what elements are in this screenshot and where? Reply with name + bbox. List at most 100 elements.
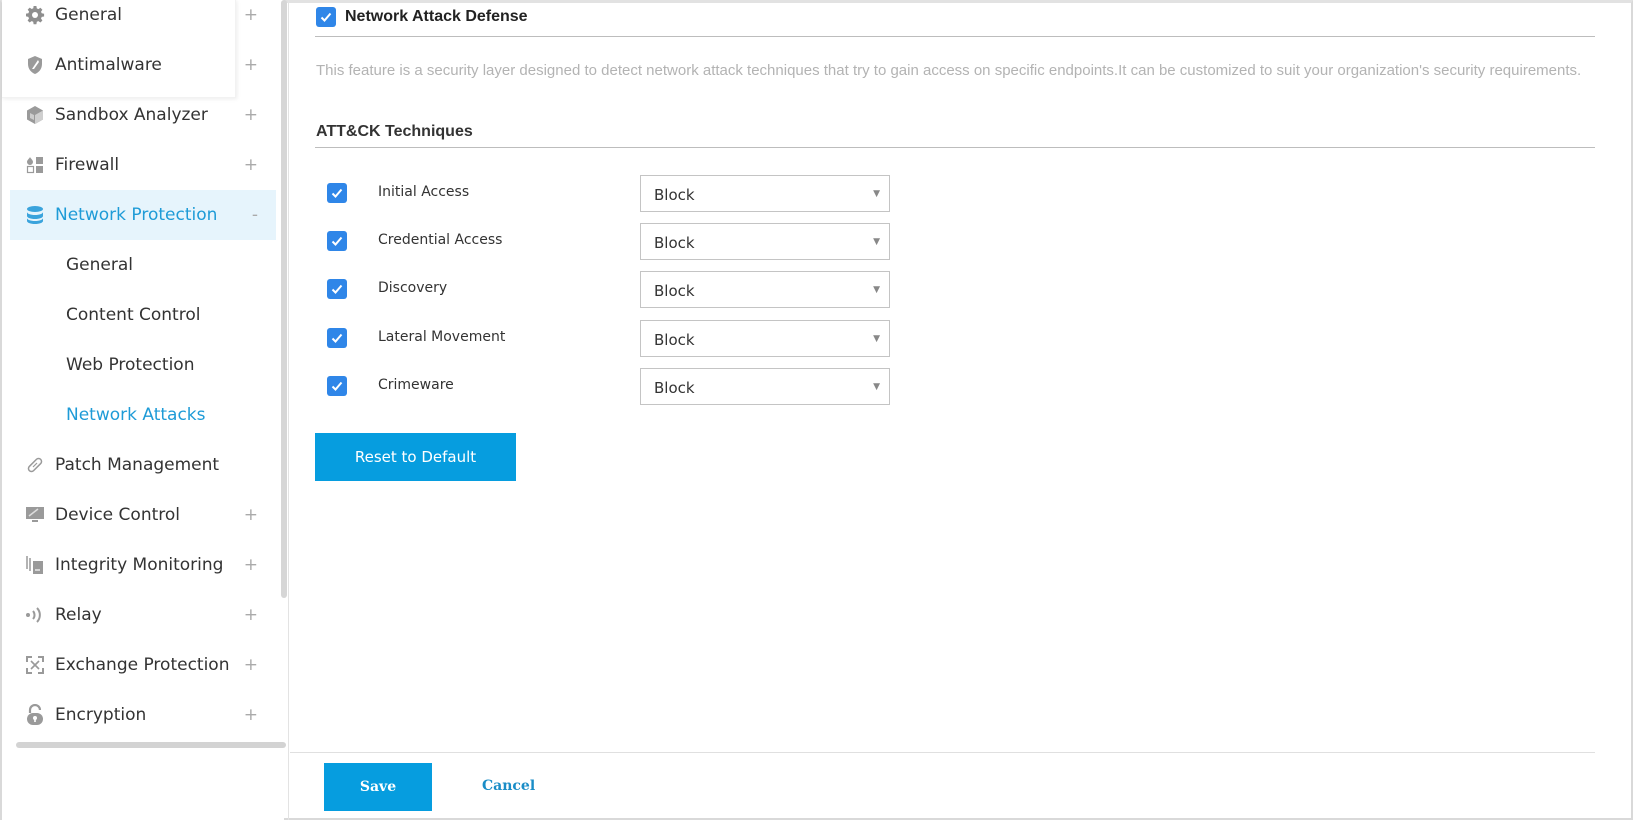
technique-checkbox[interactable]	[327, 279, 347, 299]
technique-label: Discovery	[378, 280, 448, 296]
divider	[315, 36, 1595, 37]
sidebar-item-label: Device Control	[55, 505, 180, 525]
technique-label: Credential Access	[378, 232, 503, 248]
database-icon	[24, 204, 46, 226]
technique-row-credential-access: Credential Access Block ▼	[327, 223, 890, 261]
bandage-icon	[24, 454, 46, 476]
select-value: Block	[654, 379, 695, 397]
select-value: Block	[654, 186, 695, 204]
expand-icon[interactable]: +	[244, 5, 258, 25]
network-attack-defense-checkbox[interactable]	[316, 7, 336, 27]
sidebar-item-label: Encryption	[55, 705, 147, 725]
section-header: Network Attack Defense	[316, 7, 528, 27]
sidebar-item-label: Exchange Protection	[55, 655, 230, 675]
caret-down-icon: ▼	[873, 237, 880, 247]
technique-label: Crimeware	[378, 377, 454, 393]
expand-icon[interactable]: +	[244, 105, 258, 125]
checkmark-icon	[331, 284, 343, 294]
save-button[interactable]: Save	[324, 763, 432, 811]
caret-down-icon: ▼	[873, 189, 880, 199]
technique-label: Initial Access	[378, 184, 470, 200]
technique-action-select[interactable]: Block ▼	[640, 320, 890, 357]
firewall-grid-icon	[24, 154, 46, 176]
caret-down-icon: ▼	[873, 285, 880, 295]
technique-checkbox[interactable]	[327, 231, 347, 251]
sidebar-item-encryption[interactable]: Encryption +	[10, 690, 276, 740]
sidebar-subitem-content-control[interactable]: Content Control	[10, 290, 276, 340]
footer-divider	[290, 752, 1595, 753]
expand-icon[interactable]: +	[244, 55, 258, 75]
expand-icon[interactable]: +	[244, 705, 258, 725]
sidebar-vertical-scrollbar[interactable]	[281, 0, 287, 598]
technique-action-select[interactable]: Block ▼	[640, 271, 890, 308]
sidebar-item-label: Relay	[55, 605, 102, 625]
sidebar-subitem-label: Network Attacks	[66, 405, 206, 425]
sidebar-item-integrity-monitoring[interactable]: Integrity Monitoring +	[10, 540, 276, 590]
expand-icon[interactable]: +	[244, 605, 258, 625]
technique-row-lateral-movement: Lateral Movement Block ▼	[327, 320, 890, 358]
sidebar-item-label: Network Protection	[55, 205, 218, 225]
sidebar-item-firewall[interactable]: Firewall +	[10, 140, 276, 190]
technique-checkbox[interactable]	[327, 183, 347, 203]
shield-icon	[24, 54, 46, 76]
checkmark-icon	[331, 188, 343, 198]
sidebar-subitem-label: General	[66, 255, 133, 275]
technique-row-discovery: Discovery Block ▼	[327, 271, 890, 309]
checkmark-icon	[331, 381, 343, 391]
sidebar-item-label: Integrity Monitoring	[55, 555, 224, 575]
sidebar-subitem-label: Web Protection	[66, 355, 195, 375]
main-panel: Network Attack Defense This feature is a…	[290, 0, 1633, 820]
sidebar-divider	[288, 0, 289, 820]
sidebar-subitem-general[interactable]: General	[10, 240, 276, 290]
expand-icon[interactable]: +	[244, 155, 258, 175]
sidebar-item-network-protection[interactable]: Network Protection -	[10, 190, 276, 240]
technique-label: Lateral Movement	[378, 329, 506, 345]
sidebar-item-device-control[interactable]: Device Control +	[10, 490, 276, 540]
sidebar-horizontal-scrollbar[interactable]	[16, 742, 286, 748]
sidebar-subitem-web-protection[interactable]: Web Protection	[10, 340, 276, 390]
policy-sidebar: General + Antimalware + Sandbox Analyzer…	[2, 0, 287, 820]
expand-icon[interactable]: +	[244, 555, 258, 575]
sidebar-item-label: Antimalware	[55, 55, 162, 75]
checkmark-icon	[320, 12, 332, 22]
divider	[315, 147, 1595, 148]
select-value: Block	[654, 282, 695, 300]
technique-checkbox[interactable]	[327, 376, 347, 396]
technique-action-select[interactable]: Block ▼	[640, 368, 890, 405]
collapse-icon[interactable]: -	[252, 205, 258, 225]
caret-down-icon: ▼	[873, 382, 880, 392]
section-title: Network Attack Defense	[345, 8, 528, 25]
caret-down-icon: ▼	[873, 334, 880, 344]
technique-row-initial-access: Initial Access Block ▼	[327, 175, 890, 213]
cube-icon	[24, 104, 46, 126]
lock-icon	[24, 704, 46, 726]
sidebar-item-label: Firewall	[55, 155, 120, 175]
sidebar-item-patch-management[interactable]: Patch Management	[10, 440, 276, 490]
technique-action-select[interactable]: Block ▼	[640, 175, 890, 212]
signal-icon	[24, 604, 46, 626]
checkmark-icon	[331, 236, 343, 246]
reset-to-default-button[interactable]: Reset to Default	[315, 433, 516, 481]
techniques-heading: ATT&CK Techniques	[316, 123, 473, 140]
cancel-link[interactable]: Cancel	[482, 778, 535, 794]
technique-checkbox[interactable]	[327, 328, 347, 348]
technique-action-select[interactable]: Block ▼	[640, 223, 890, 260]
select-value: Block	[654, 331, 695, 349]
sidebar-item-relay[interactable]: Relay +	[10, 590, 276, 640]
sidebar-item-exchange-protection[interactable]: Exchange Protection +	[10, 640, 276, 690]
monitor-icon	[24, 504, 46, 526]
technique-row-crimeware: Crimeware Block ▼	[327, 368, 890, 406]
sidebar-subitem-network-attacks[interactable]: Network Attacks	[10, 390, 276, 440]
checkmark-icon	[331, 333, 343, 343]
sidebar-subitem-label: Content Control	[66, 305, 201, 325]
expand-icon[interactable]: +	[244, 655, 258, 675]
exchange-icon	[24, 654, 46, 676]
sidebar-item-general[interactable]: General +	[10, 0, 276, 40]
gear-icon	[24, 4, 46, 26]
sidebar-item-label: General	[55, 5, 122, 25]
expand-icon[interactable]: +	[244, 505, 258, 525]
sidebar-item-sandbox-analyzer[interactable]: Sandbox Analyzer +	[10, 90, 276, 140]
documents-icon	[24, 554, 46, 576]
sidebar-item-antimalware[interactable]: Antimalware +	[10, 40, 276, 90]
feature-description: This feature is a security layer designe…	[316, 62, 1582, 79]
